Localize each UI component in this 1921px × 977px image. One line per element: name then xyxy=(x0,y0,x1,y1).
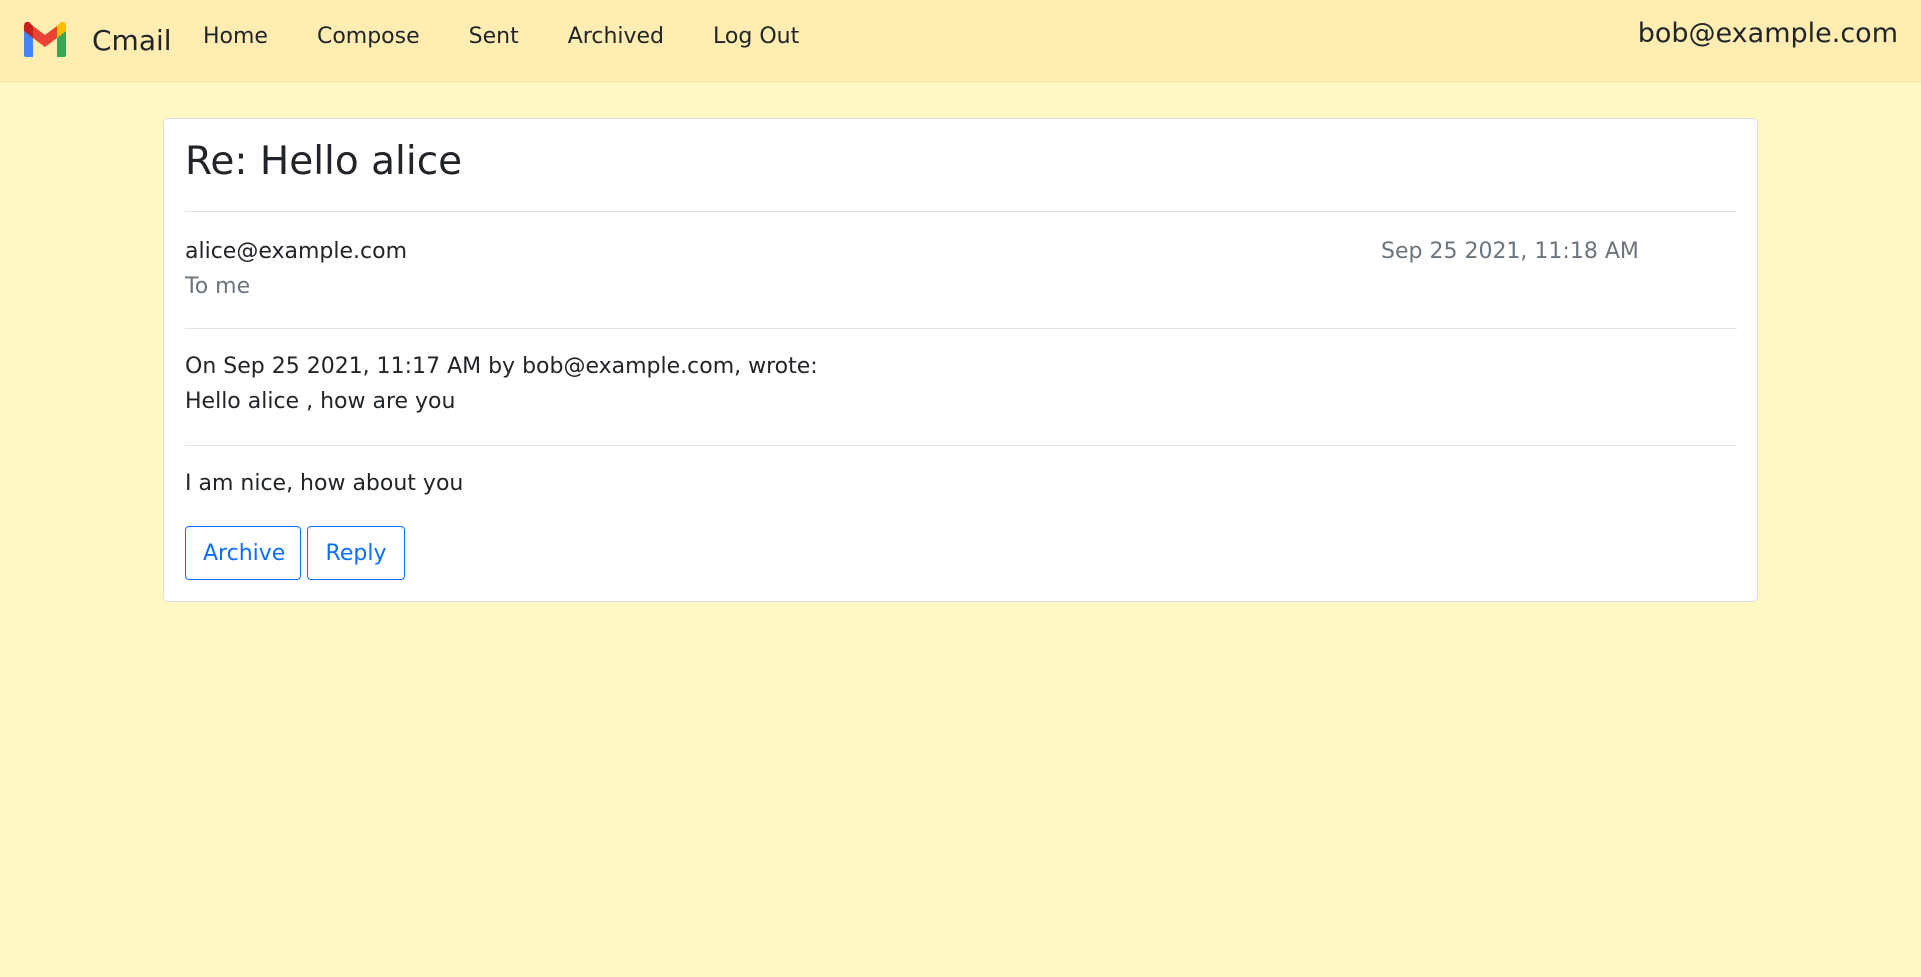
nav-home[interactable]: Home xyxy=(203,24,268,49)
email-card: Re: Hello alice alice@example.com To me … xyxy=(163,118,1758,602)
nav-archived[interactable]: Archived xyxy=(568,24,664,49)
gmail-logo-icon xyxy=(21,20,69,58)
archive-button[interactable]: Archive xyxy=(185,526,301,580)
email-date: Sep 25 2021, 11:18 AM xyxy=(1381,239,1639,264)
divider xyxy=(185,445,1737,446)
email-subject: Re: Hello alice xyxy=(185,139,463,184)
email-body: I am nice, how about you xyxy=(185,471,464,496)
email-sender: alice@example.com xyxy=(185,239,408,264)
reply-button[interactable]: Reply xyxy=(307,526,405,580)
brand-link[interactable]: Cmail xyxy=(21,20,172,58)
top-navbar: Cmail Home Compose Sent Archived Log Out… xyxy=(0,0,1921,82)
nav-compose[interactable]: Compose xyxy=(317,24,420,49)
nav-sent[interactable]: Sent xyxy=(469,24,519,49)
brand-name: Cmail xyxy=(92,23,172,57)
current-user-email: bob@example.com xyxy=(1637,18,1898,49)
quoted-message-body: Hello alice , how are you xyxy=(185,389,456,414)
email-recipient: To me xyxy=(185,274,251,299)
nav-links: Home Compose Sent Archived Log Out xyxy=(203,24,848,49)
nav-log-out[interactable]: Log Out xyxy=(713,24,799,49)
divider xyxy=(185,328,1737,329)
divider xyxy=(185,211,1737,212)
quoted-message-header: On Sep 25 2021, 11:17 AM by bob@example.… xyxy=(185,354,818,379)
